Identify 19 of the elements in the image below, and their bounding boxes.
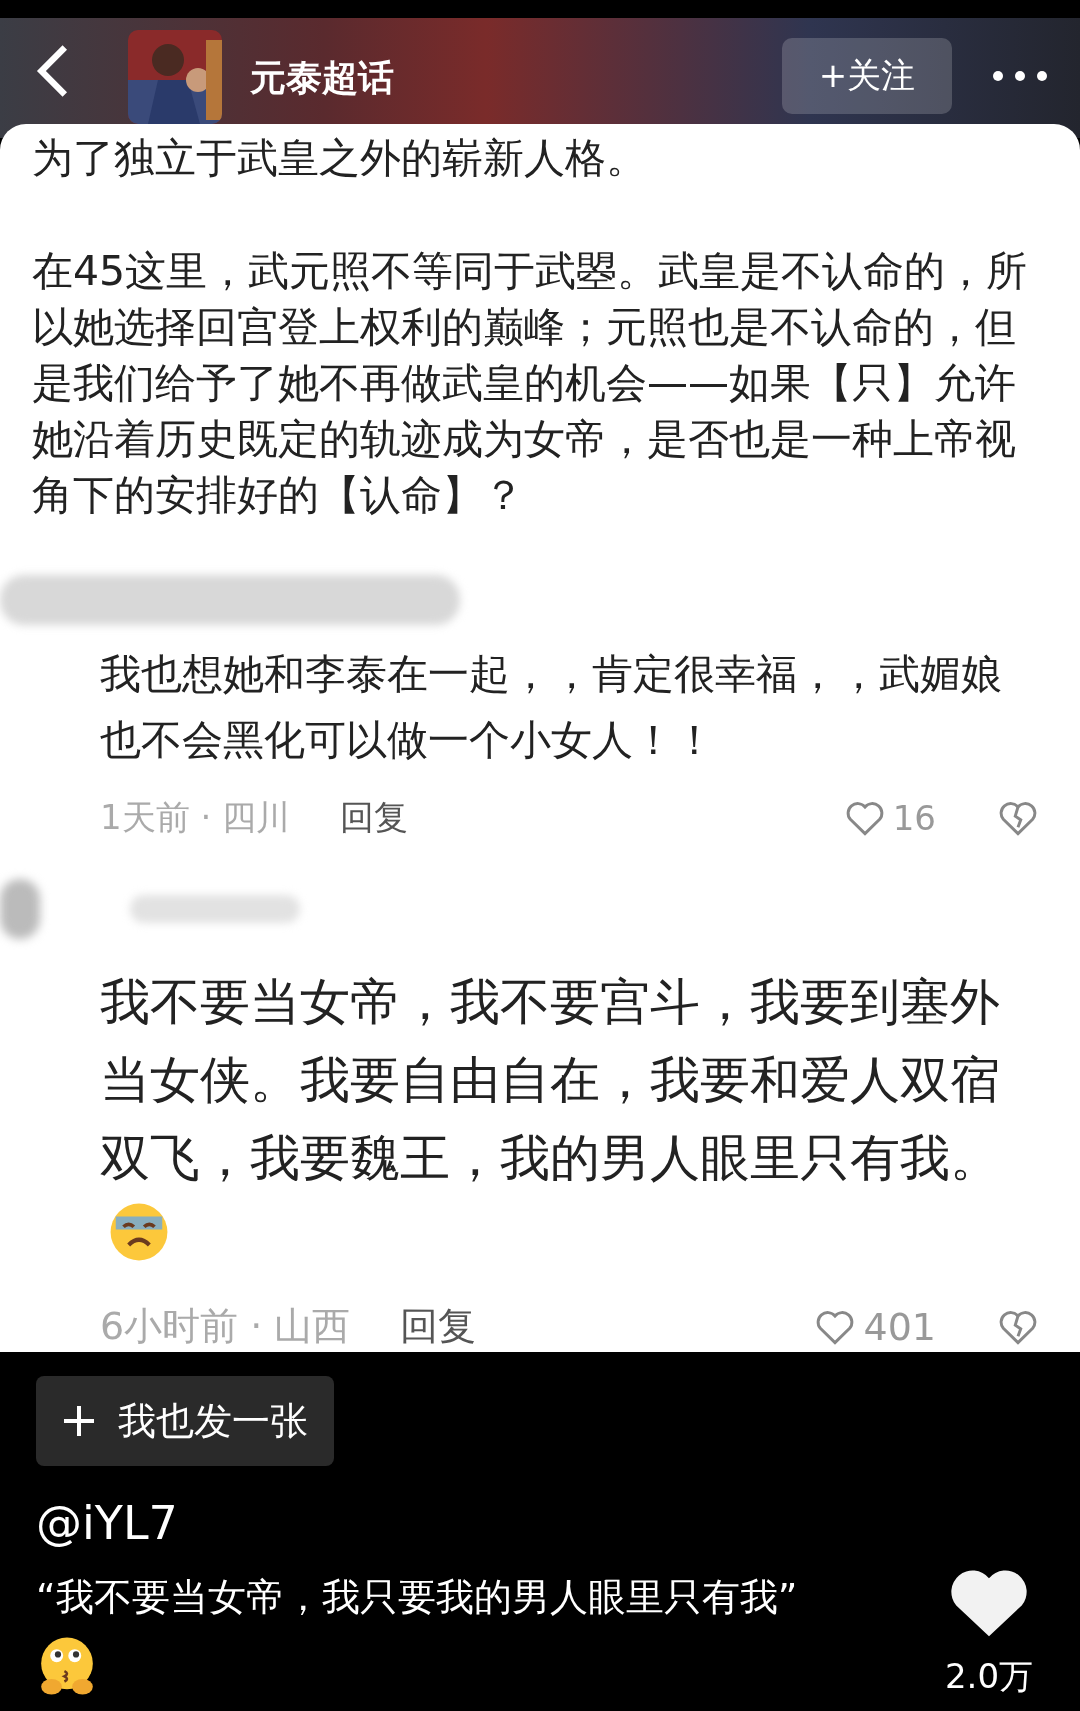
like-count: 16 bbox=[892, 798, 936, 838]
like-count: 401 bbox=[863, 1304, 936, 1349]
reply-link[interactable]: 回复 bbox=[340, 795, 843, 841]
comment-text: 我也想她和李泰在一起，，肯定很幸福，，武媚娘也不会黑化可以做一个小女人！！ bbox=[100, 649, 1003, 766]
caption: “我不要当女帝，我只要我的男人眼里只有我” bbox=[36, 1574, 799, 1621]
post-button[interactable]: 我也发一张 bbox=[36, 1376, 334, 1466]
follow-button[interactable]: +关注 bbox=[782, 38, 952, 114]
comment-time: 1天前 · 四川 bbox=[100, 796, 291, 839]
like-count: 2.0万 bbox=[944, 1655, 1034, 1698]
post-paragraph: 在45这里，武元照不等同于武曌。武皇是不认命的，所以她选择回宫登上权利的巅峰；元照也是不认命的，但是我们给予了她不再做武皇的机会——如果【只】允许她沿着历史既定的轨迹成为女帝，是否也是一种上帝视角下的安排好的【认命】？ bbox=[32, 246, 1029, 521]
blurred-avatar bbox=[0, 879, 40, 939]
comment-text: 我不要当女帝，我不要宫斗，我要到塞外当女侠。我要自由自在，我要和爱人双宿双飞，我要魏王，我的男人眼里只有我。 bbox=[100, 963, 1040, 1275]
reply-link[interactable]: 回复 bbox=[400, 1301, 814, 1352]
author-handle[interactable]: @iYL7 bbox=[36, 1496, 934, 1550]
plus-icon bbox=[62, 1404, 96, 1438]
comment-time: 6小时前 · 山西 bbox=[100, 1303, 351, 1350]
post-paragraph: 为了独立于武皇之外的崭新人格。 bbox=[32, 133, 648, 184]
crying-face-icon bbox=[108, 1201, 170, 1263]
topic-title: 元泰超话 bbox=[250, 56, 395, 100]
